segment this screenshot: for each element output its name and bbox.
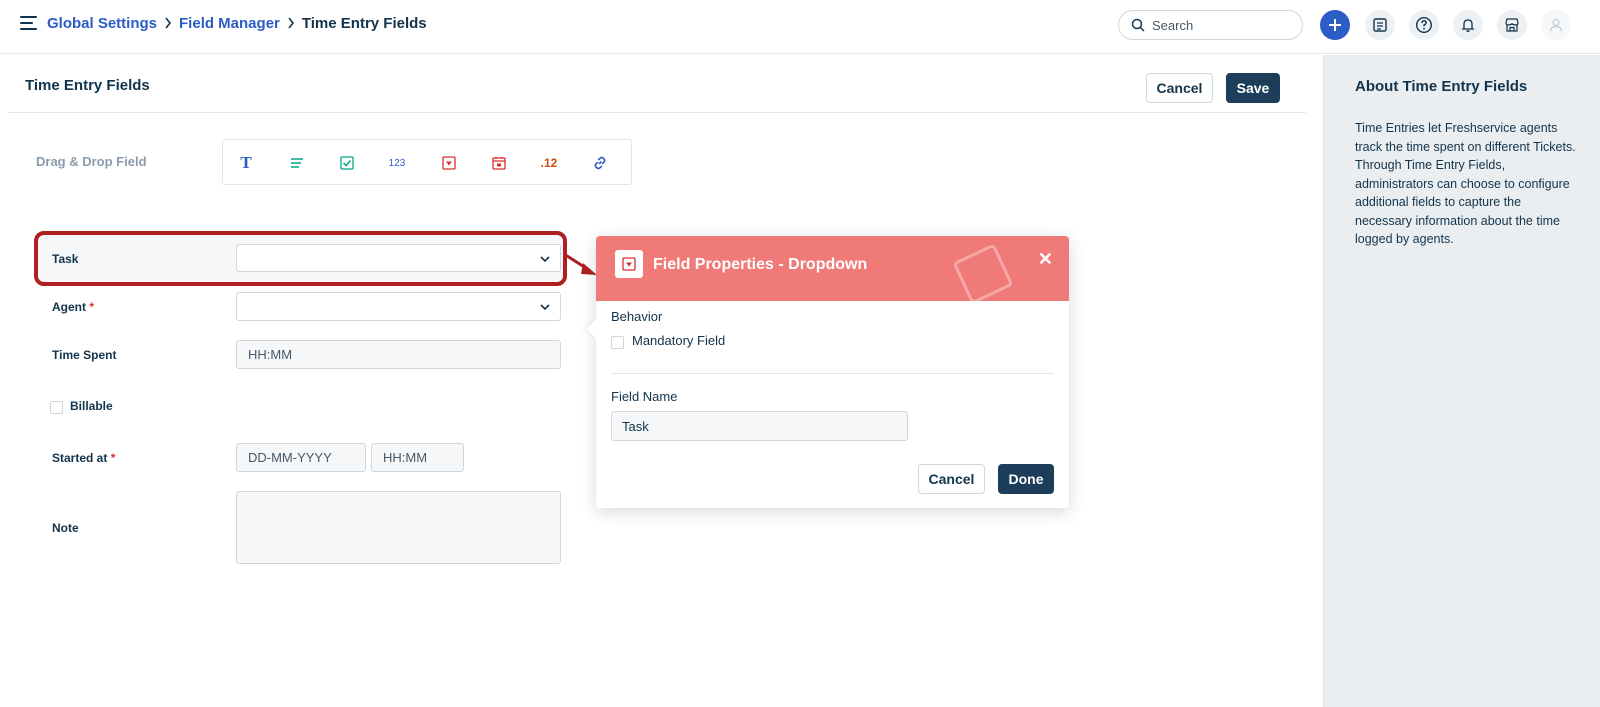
url-field-icon[interactable]: [589, 153, 611, 173]
chevron-right-icon: [164, 16, 172, 32]
agent-label: Agent *: [52, 300, 95, 314]
menu-icon[interactable]: [20, 16, 37, 30]
page-header: Time Entry Fields Cancel Save: [8, 55, 1306, 113]
behavior-label: Behavior: [611, 309, 663, 324]
popover-cancel-button[interactable]: Cancel: [918, 464, 985, 494]
mandatory-checkbox[interactable]: [611, 336, 624, 349]
popover-header: Field Properties - Dropdown ✕: [596, 236, 1069, 301]
billable-label: Billable: [70, 399, 113, 413]
search-input[interactable]: [1152, 17, 1292, 33]
decimal-field-icon[interactable]: .12: [538, 153, 560, 173]
field-name-input[interactable]: [611, 411, 908, 441]
dropdown-watermark-icon: [952, 243, 1014, 301]
save-button[interactable]: Save: [1226, 73, 1280, 103]
agent-dropdown[interactable]: [236, 292, 561, 321]
chevron-down-icon: [540, 304, 550, 311]
date-input[interactable]: DD-MM-YYYY: [236, 443, 366, 472]
search-box[interactable]: [1118, 10, 1303, 40]
billable-checkbox[interactable]: [50, 401, 63, 414]
page-title: Time Entry Fields: [25, 77, 150, 94]
dropdown-field-icon: [615, 250, 643, 278]
cancel-button[interactable]: Cancel: [1146, 73, 1213, 103]
breadcrumb-field-manager[interactable]: Field Manager: [179, 15, 280, 32]
number-field-icon[interactable]: 123: [386, 153, 408, 173]
date-field-icon[interactable]: [488, 153, 510, 173]
mandatory-label: Mandatory Field: [632, 333, 726, 348]
page-title-breadcrumb: Time Entry Fields: [301, 15, 427, 32]
task-highlight-box: [34, 231, 567, 286]
about-title: About Time Entry Fields: [1355, 78, 1528, 95]
about-body: Time Entries let Freshservice agents tra…: [1355, 121, 1576, 246]
help-icon[interactable]: [1409, 10, 1439, 40]
drag-drop-label: Drag & Drop Field: [36, 154, 147, 169]
time-spent-input[interactable]: HH:MM: [236, 340, 561, 369]
chevron-right-icon: [287, 16, 295, 32]
about-panel: About Time Entry Fields Time Entries let…: [1323, 55, 1600, 707]
time-input[interactable]: HH:MM: [371, 443, 464, 472]
breadcrumb: Global Settings Field Manager Time Entry…: [47, 15, 427, 32]
close-icon[interactable]: ✕: [1038, 249, 1053, 270]
started-at-label: Started at *: [52, 451, 116, 465]
note-label: Note: [52, 521, 79, 535]
field-name-label: Field Name: [611, 389, 678, 404]
note-textarea[interactable]: [236, 491, 561, 564]
search-icon: [1131, 18, 1145, 32]
field-properties-popover: Field Properties - Dropdown ✕ Behavior M…: [586, 236, 1069, 508]
checkbox-field-icon[interactable]: [336, 153, 358, 173]
time-spent-label: Time Spent: [52, 348, 117, 362]
top-bar: Global Settings Field Manager Time Entry…: [0, 0, 1600, 54]
store-icon[interactable]: [1497, 10, 1527, 40]
field-palette: T 123 .12: [222, 139, 632, 185]
catalog-icon[interactable]: [1365, 10, 1395, 40]
plus-icon[interactable]: [1320, 10, 1350, 40]
breadcrumb-global-settings[interactable]: Global Settings: [47, 15, 157, 32]
paragraph-field-icon[interactable]: [286, 153, 308, 173]
user-avatar-icon[interactable]: [1541, 10, 1571, 40]
popover-title: Field Properties - Dropdown: [653, 256, 868, 273]
popover-divider: [611, 373, 1054, 374]
text-field-icon[interactable]: T: [235, 153, 257, 173]
bell-icon[interactable]: [1453, 10, 1483, 40]
done-button[interactable]: Done: [998, 464, 1054, 494]
dropdown-field-icon[interactable]: [438, 153, 460, 173]
